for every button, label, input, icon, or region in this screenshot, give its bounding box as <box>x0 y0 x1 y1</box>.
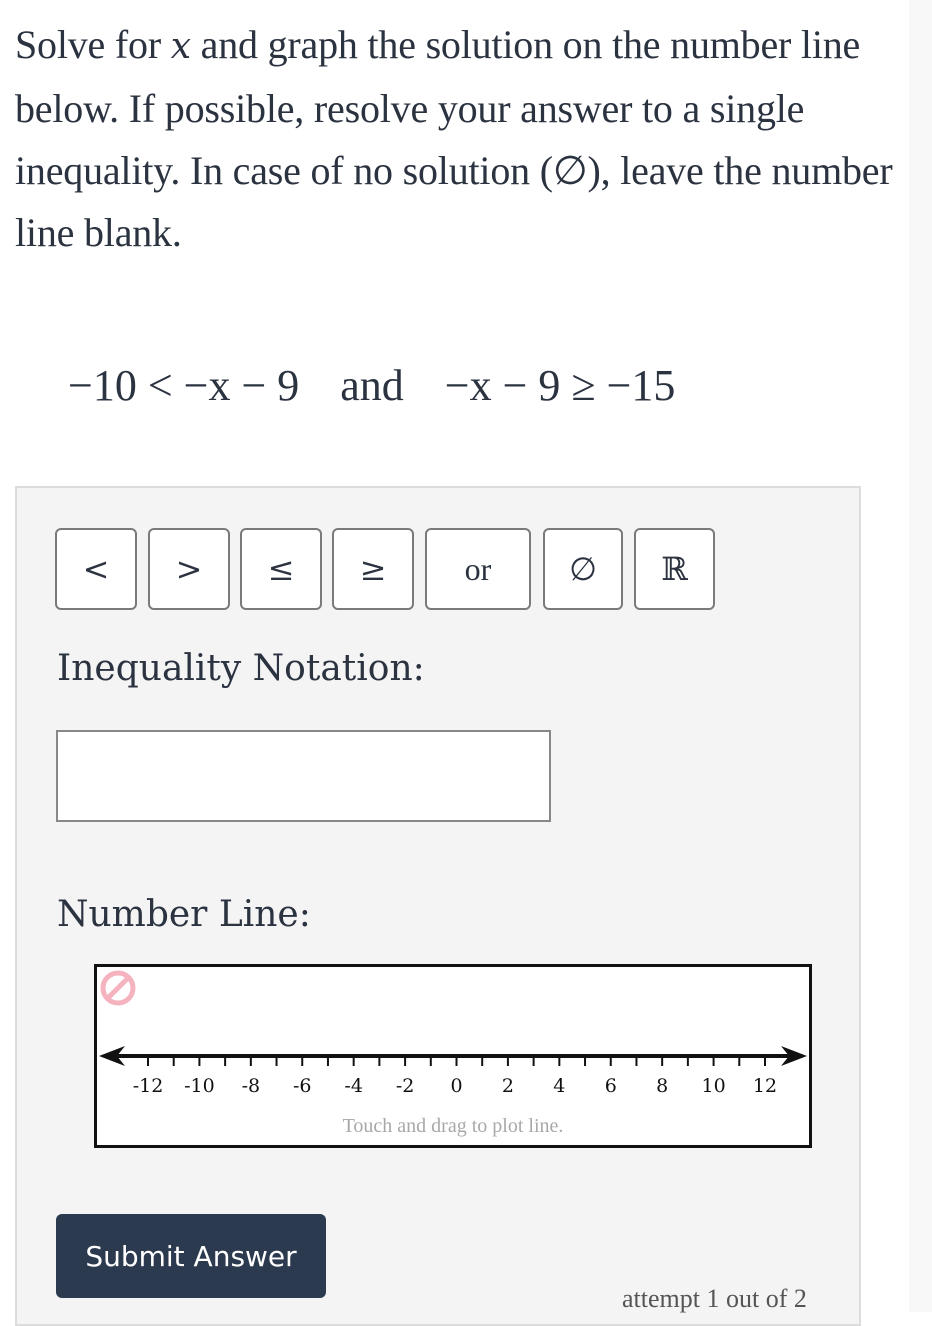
prompt-text-start: Solve for <box>15 22 171 67</box>
inequality-notation-label: Inequality Notation: <box>57 648 425 689</box>
tick-label: 0 <box>450 1075 462 1097</box>
answer-panel: < > ≤ ≥ or ∅ ℝ Inequality Notation: Numb… <box>15 486 861 1326</box>
compound-inequality: −10 < −x − 9 and −x − 9 ≥ −15 <box>68 360 675 411</box>
tick-label: 8 <box>656 1075 668 1097</box>
empty-set-button[interactable]: ∅ <box>543 528 623 610</box>
right-edge-strip <box>909 0 932 1312</box>
question-prompt: Solve for x and graph the solution on th… <box>15 14 895 264</box>
tick-label: 12 <box>753 1075 777 1097</box>
less-or-equal-button[interactable]: ≤ <box>240 528 322 610</box>
tick-label: -10 <box>184 1075 215 1097</box>
prompt-variable: x <box>170 26 191 67</box>
submit-answer-button[interactable]: Submit Answer <box>56 1214 326 1298</box>
no-solution-icon[interactable] <box>97 967 139 1009</box>
tick-label: 6 <box>605 1075 617 1097</box>
greater-or-equal-button[interactable]: ≥ <box>332 528 414 610</box>
tick-label: -12 <box>133 1075 164 1097</box>
tick-label: -2 <box>396 1075 415 1097</box>
tick-label: 4 <box>553 1075 565 1097</box>
number-line-hint: Touch and drag to plot line. <box>342 1115 564 1137</box>
less-than-button[interactable]: < <box>55 528 137 610</box>
number-line-canvas[interactable]: -12 -10 -8 -6 -4 -2 0 2 4 6 8 10 12 Touch and drag t… <box>94 964 812 1148</box>
real-numbers-button[interactable]: ℝ <box>634 528 715 610</box>
tick-label: 2 <box>502 1075 514 1097</box>
greater-than-button[interactable]: > <box>148 528 230 610</box>
inequality-left: −10 < −x − 9 <box>68 361 300 410</box>
tick-label: -8 <box>242 1075 261 1097</box>
inequality-right: −x − 9 ≥ −15 <box>444 361 676 410</box>
or-button[interactable]: or <box>425 528 531 610</box>
tick-label: -6 <box>293 1075 312 1097</box>
inequality-conjunction: and <box>340 361 404 410</box>
inequality-notation-input[interactable] <box>56 730 551 822</box>
tick-label: 10 <box>701 1075 725 1097</box>
number-line-label: Number Line: <box>57 894 311 935</box>
tick-label: -4 <box>344 1075 363 1097</box>
attempt-counter: attempt 1 out of 2 <box>622 1284 807 1313</box>
